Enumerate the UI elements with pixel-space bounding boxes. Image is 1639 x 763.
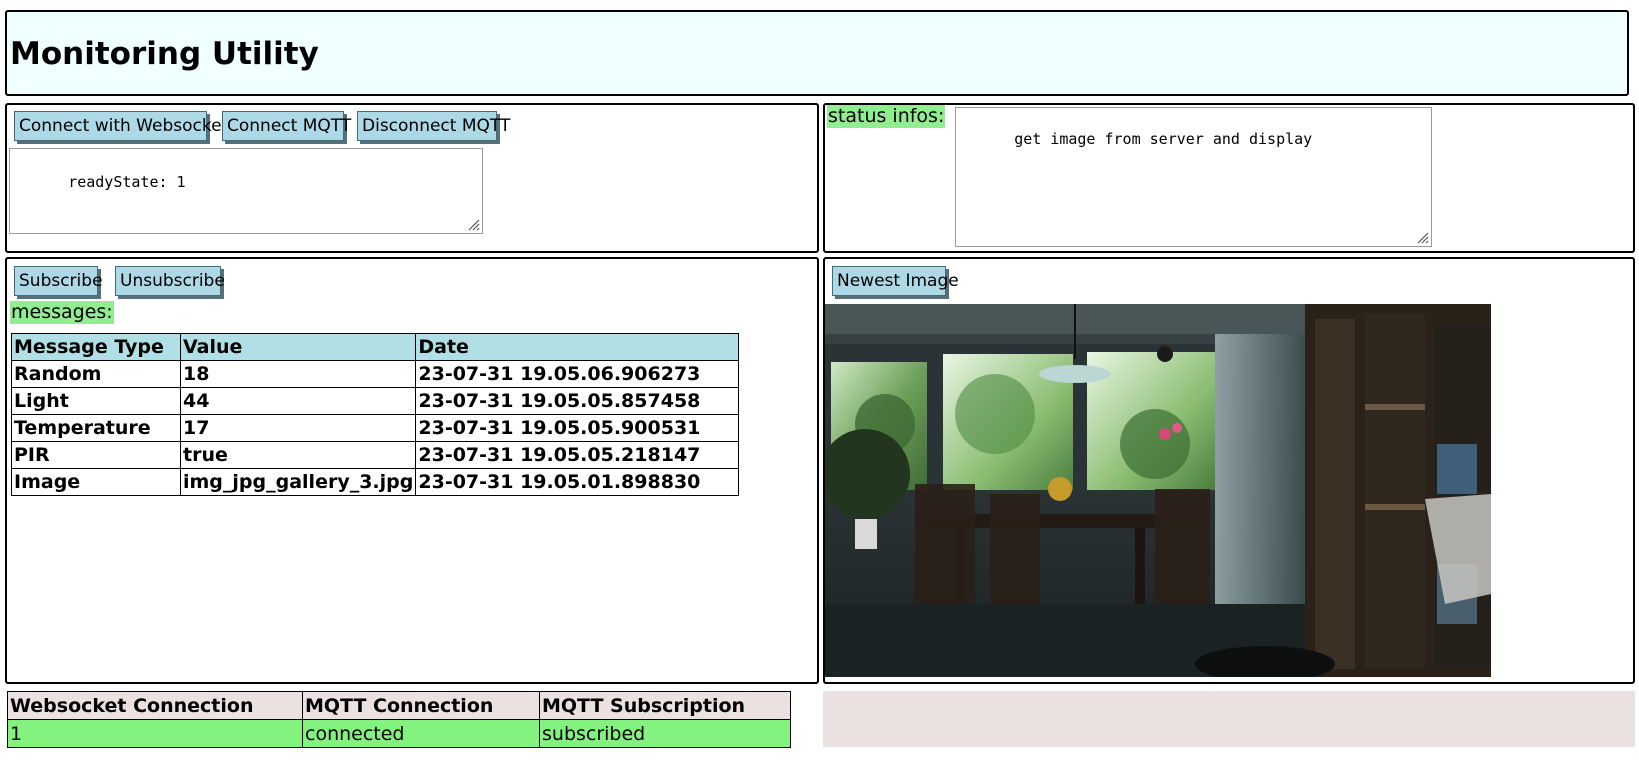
message-value-cell: 18 — [179, 360, 417, 388]
message-type-cell: Temperature — [11, 414, 181, 442]
column-header-websocket-connection: Websocket Connection — [7, 691, 303, 720]
table-row: Light 44 23-07-31 19.05.05.857458 — [11, 387, 740, 415]
column-header-date: Date — [415, 333, 740, 361]
status-infos-text: get image from server and display — [1014, 130, 1313, 148]
connection-status-table: Websocket Connection MQTT Connection MQT… — [7, 691, 791, 748]
message-date-cell: 23-07-31 19.05.05.857458 — [415, 387, 740, 415]
table-row: Temperature 17 23-07-31 19.05.05.900531 — [11, 414, 740, 442]
connection-status-row: 1 connected subscribed — [7, 719, 791, 748]
connect-websocket-button[interactable]: Connect with Websocket — [14, 111, 228, 141]
message-value-cell: 17 — [179, 414, 417, 442]
status-infos-textarea[interactable]: get image from server and display — [955, 107, 1432, 247]
subscribe-button[interactable]: Subscribe — [14, 266, 103, 296]
page: Monitoring Utility Connect with Websocke… — [0, 0, 1639, 763]
resize-grip-icon[interactable] — [1415, 230, 1429, 244]
newest-image — [825, 304, 1491, 677]
websocket-connection-value: 1 — [7, 719, 303, 748]
message-type-cell: Image — [11, 468, 181, 496]
resize-grip-icon[interactable] — [466, 217, 480, 231]
table-header-row: Message Type Value Date — [11, 333, 740, 361]
table-row: PIR true 23-07-31 19.05.05.218147 — [11, 441, 740, 469]
table-row: Random 18 23-07-31 19.05.06.906273 — [11, 360, 740, 388]
column-header-message-type: Message Type — [11, 333, 181, 361]
messages-table: Message Type Value Date Random 18 23-07-… — [11, 333, 740, 496]
message-value-cell: 44 — [179, 387, 417, 415]
message-type-cell: Light — [11, 387, 181, 415]
column-header-mqtt-subscription: MQTT Subscription — [539, 691, 791, 720]
connection-log-text: readyState: 1 — [68, 173, 186, 191]
app-header: Monitoring Utility — [5, 10, 1629, 96]
connection-panel: Connect with Websocket Connect MQTT Disc… — [5, 103, 819, 253]
connection-log-textarea[interactable]: readyState: 1 — [9, 148, 483, 234]
page-title: Monitoring Utility — [10, 36, 319, 72]
newest-image-button[interactable]: Newest Image — [832, 266, 959, 296]
message-date-cell: 23-07-31 19.05.06.906273 — [415, 360, 740, 388]
image-panel: Newest Image — [823, 257, 1635, 684]
message-date-cell: 23-07-31 19.05.05.218147 — [415, 441, 740, 469]
message-type-cell: Random — [11, 360, 181, 388]
column-header-mqtt-connection: MQTT Connection — [302, 691, 540, 720]
message-value-cell: img_jpg_gallery_3.jpg — [179, 468, 417, 496]
connect-mqtt-button[interactable]: Connect MQTT — [222, 111, 351, 141]
table-row: Image img_jpg_gallery_3.jpg 23-07-31 19.… — [11, 468, 740, 496]
message-date-cell: 23-07-31 19.05.01.898830 — [415, 468, 740, 496]
message-date-cell: 23-07-31 19.05.05.900531 — [415, 414, 740, 442]
message-value-cell: true — [179, 441, 417, 469]
messages-panel: Subscribe Unsubscribe messages: Message … — [5, 257, 819, 684]
mqtt-subscription-value: subscribed — [539, 719, 791, 748]
status-infos-label: status infos: — [827, 105, 946, 128]
messages-label: messages: — [10, 301, 114, 324]
disconnect-mqtt-button[interactable]: Disconnect MQTT — [357, 111, 510, 141]
room-photo-illustration — [825, 304, 1491, 677]
footer-background — [823, 691, 1635, 747]
mqtt-connection-value: connected — [302, 719, 540, 748]
connection-status-header-row: Websocket Connection MQTT Connection MQT… — [7, 691, 791, 720]
unsubscribe-button[interactable]: Unsubscribe — [115, 266, 225, 296]
message-type-cell: PIR — [11, 441, 181, 469]
column-header-value: Value — [179, 333, 417, 361]
status-panel: status infos: get image from server and … — [823, 103, 1635, 253]
